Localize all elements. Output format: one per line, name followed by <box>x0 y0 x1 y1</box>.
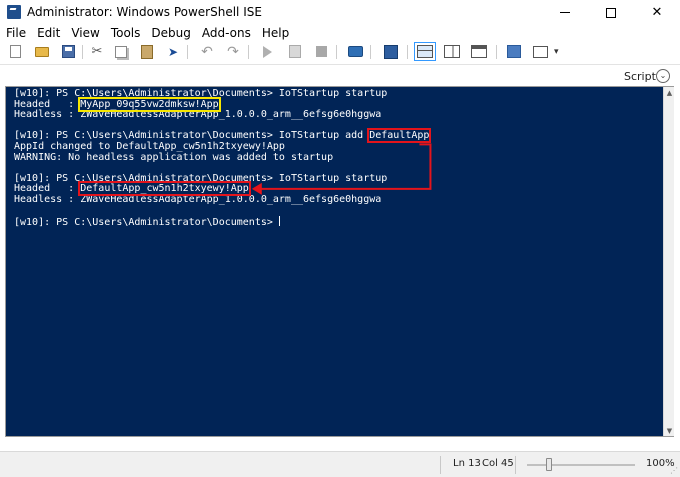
copy-button[interactable] <box>112 43 130 60</box>
minimize-icon <box>560 12 570 13</box>
menu-edit[interactable]: Edit <box>31 26 65 40</box>
console-text: WARNING: No headless application was add… <box>14 151 334 163</box>
clear-console-button[interactable]: ➤ <box>164 43 182 60</box>
open-button[interactable] <box>33 43 51 60</box>
close-icon: ✕ <box>651 5 663 20</box>
text-cursor <box>278 216 280 227</box>
menu-debug[interactable]: Debug <box>145 26 195 40</box>
toolbar-separator <box>370 45 371 59</box>
new-file-button[interactable] <box>6 43 24 60</box>
stop-button[interactable] <box>312 43 330 60</box>
scroll-up-icon[interactable]: ▲ <box>664 87 675 98</box>
show-command-window-icon <box>507 45 521 58</box>
console-line: WARNING: No headless application was add… <box>14 151 654 164</box>
powershell-icon <box>7 5 21 19</box>
toolbar-separator <box>248 45 249 59</box>
show-command-window-button[interactable] <box>505 43 523 60</box>
run-selection-button[interactable] <box>286 43 304 60</box>
toolbar-separator <box>407 45 408 59</box>
window-title: Administrator: Windows PowerShell ISE <box>27 5 262 19</box>
highlight-yellow-box: MyApp_09q55vw2dmksw!App <box>78 96 221 112</box>
menu-view[interactable]: View <box>65 26 104 40</box>
start-powershell-button[interactable] <box>382 43 400 60</box>
undo-icon: ↶ <box>201 43 213 60</box>
undo-button[interactable]: ↶ <box>198 43 216 60</box>
status-bar: Ln 13 Col 45 100% ⋰ <box>0 451 680 477</box>
run-script-icon <box>262 45 272 58</box>
console-line: [w10]: PS C:\Users\Administrator\Documen… <box>14 216 654 229</box>
new-remote-tab-button[interactable] <box>346 43 364 60</box>
show-script-top-icon <box>414 42 436 61</box>
console-text: [w10]: PS C:\Users\Administrator\Documen… <box>14 88 388 99</box>
show-script-top-button[interactable] <box>414 42 436 61</box>
menu-tools[interactable]: Tools <box>105 26 146 40</box>
console-line: [w10]: PS C:\Users\Administrator\Documen… <box>14 88 654 100</box>
start-powershell-icon <box>384 44 398 59</box>
console-text: [w10]: PS C:\Users\Administrator\Documen… <box>14 217 279 229</box>
show-script-right-icon <box>444 45 460 58</box>
minimize-button[interactable] <box>542 0 588 25</box>
console-line: Headless : ZWaveHeadlessAdapterApp_1.0.0… <box>14 109 654 121</box>
open-folder-icon <box>35 46 49 57</box>
scroll-down-icon[interactable]: ▼ <box>664 425 675 436</box>
save-button[interactable] <box>59 43 77 60</box>
show-command-addon-button[interactable] <box>531 43 549 60</box>
vertical-scrollbar[interactable]: ▲ ▼ <box>663 87 674 436</box>
run-selection-icon <box>289 45 301 58</box>
script-label: Script <box>624 70 656 83</box>
status-divider <box>515 456 516 474</box>
console-text: Headed : <box>14 183 81 195</box>
highlight-red-box: DefaultApp <box>367 128 432 144</box>
menu-add-ons[interactable]: Add-ons <box>196 26 256 40</box>
show-script-max-icon <box>471 45 487 58</box>
toolbar-separator <box>187 45 188 59</box>
zoom-slider-thumb[interactable] <box>545 458 552 471</box>
toolbar-separator <box>496 45 497 59</box>
run-script-button[interactable] <box>258 43 276 60</box>
chevron-down-icon[interactable]: ⌄ <box>656 69 670 83</box>
toolbar-overflow-icon[interactable]: ▾ <box>554 47 559 57</box>
cut-button[interactable]: ✂ <box>88 43 106 60</box>
toolbar-separator <box>82 45 83 59</box>
console-text: Headed : <box>14 98 81 110</box>
new-remote-tab-icon <box>347 46 363 57</box>
cut-icon: ✂ <box>91 44 103 59</box>
show-script-right-button[interactable] <box>443 43 461 60</box>
save-icon <box>61 45 75 58</box>
console-line: Headless : ZWaveHeadlessAdapterApp_1.0.0… <box>14 193 654 206</box>
close-button[interactable]: ✕ <box>634 0 680 25</box>
show-script-max-button[interactable] <box>470 43 488 60</box>
console-text: Headless : ZWaveHeadlessAdapterApp_1.0.0… <box>14 193 382 205</box>
new-file-icon <box>9 45 21 58</box>
menu-bar: File Edit View Tools Debug Add-ons Help <box>0 25 680 41</box>
title-bar: Administrator: Windows PowerShell ISE ✕ <box>0 0 680 25</box>
script-pane-bar: Script ⌄ <box>0 64 680 88</box>
redo-icon: ↷ <box>227 43 239 60</box>
column-number: Col 45 <box>482 458 514 469</box>
clear-console-icon: ➤ <box>167 44 179 59</box>
toolbar-separator <box>336 45 337 59</box>
redo-button[interactable]: ↷ <box>224 43 242 60</box>
paste-icon <box>141 44 153 59</box>
maximize-button[interactable] <box>588 0 634 25</box>
toolbar: ✂ ➤ ↶ ↷ ▾ <box>0 41 680 62</box>
maximize-icon <box>606 7 616 18</box>
console-text: [w10]: PS C:\Users\Administrator\Documen… <box>14 130 370 142</box>
console-text: Headless : ZWaveHeadlessAdapterApp_1.0.0… <box>14 109 382 121</box>
paste-button[interactable] <box>138 43 156 60</box>
status-divider <box>440 456 441 474</box>
menu-file[interactable]: File <box>0 26 31 40</box>
console-pane[interactable]: [w10]: PS C:\Users\Administrator\Documen… <box>5 86 674 437</box>
line-number: Ln 13 <box>453 458 481 469</box>
resize-grip-icon[interactable]: ⋰ <box>670 466 678 475</box>
console-text: AppId changed to DefaultApp_cw5n1h2txyew… <box>14 140 285 152</box>
stop-icon <box>315 46 327 57</box>
zoom-slider-track[interactable] <box>527 464 635 466</box>
menu-help[interactable]: Help <box>256 26 294 40</box>
highlight-red-box: DefaultApp_cw5n1h2txyewy!App <box>78 181 251 197</box>
console-output[interactable]: [w10]: PS C:\Users\Administrator\Documen… <box>14 88 654 429</box>
show-command-addon-icon <box>532 45 548 58</box>
copy-icon <box>115 45 127 58</box>
